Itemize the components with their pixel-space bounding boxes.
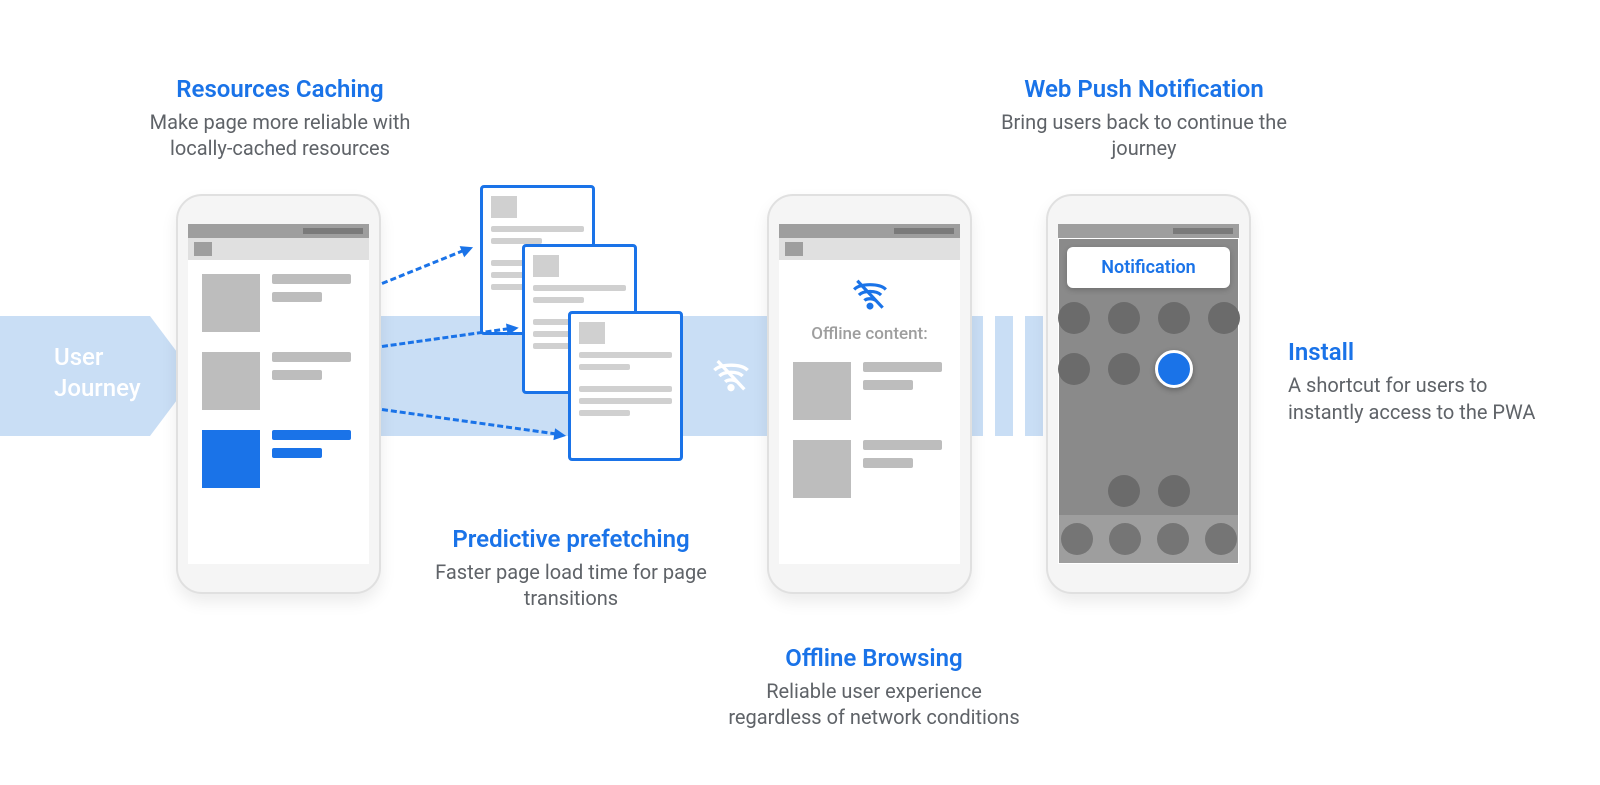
app-icon xyxy=(1109,523,1141,555)
app-icon xyxy=(1158,475,1190,507)
app-icon xyxy=(1058,302,1090,334)
user-journey-line2: Journey xyxy=(54,374,141,402)
wifi-off-icon xyxy=(706,356,756,396)
notification-banner: Notification xyxy=(1067,247,1230,288)
phone-offline: Offline content: xyxy=(767,194,972,594)
phone-toolbar xyxy=(779,238,960,260)
label-caching: Resources Caching Make page more reliabl… xyxy=(120,75,440,161)
phone-status-bar xyxy=(779,224,960,238)
label-offline: Offline Browsing Reliable user experienc… xyxy=(724,644,1024,730)
phone-toolbar xyxy=(188,238,369,260)
label-install: Install A shortcut for users to instantl… xyxy=(1288,338,1548,426)
prefetch-title: Predictive prefetching xyxy=(416,525,726,553)
list-item xyxy=(779,344,960,426)
caching-title: Resources Caching xyxy=(120,75,440,103)
app-icon-grid xyxy=(1067,302,1230,385)
app-icon xyxy=(1157,523,1189,555)
phone-install: Notification xyxy=(1046,194,1251,594)
user-journey-line1: User xyxy=(54,343,103,371)
list-item xyxy=(188,338,369,416)
offline-sub: Reliable user experience regardless of n… xyxy=(724,678,1024,730)
install-title: Install xyxy=(1288,338,1548,366)
push-sub: Bring users back to continue the journey xyxy=(984,109,1304,161)
list-item xyxy=(779,426,960,504)
offline-content-label: Offline content: xyxy=(779,324,960,344)
label-prefetch: Predictive prefetching Faster page load … xyxy=(416,525,726,611)
app-icon xyxy=(1061,523,1093,555)
list-item xyxy=(188,260,369,338)
app-icon xyxy=(1108,475,1140,507)
app-icon xyxy=(1158,302,1190,334)
phone-status-bar xyxy=(1058,224,1239,238)
app-dock xyxy=(1059,515,1238,563)
label-push: Web Push Notification Bring users back t… xyxy=(984,75,1304,161)
app-icon xyxy=(1058,353,1090,385)
app-icon xyxy=(1208,302,1240,334)
phone-caching-screen xyxy=(188,224,369,564)
list-item-active xyxy=(188,416,369,494)
homescreen: Notification xyxy=(1059,239,1238,563)
wifi-off-icon xyxy=(847,276,893,314)
prefetch-arrow xyxy=(381,249,464,285)
caching-sub: Make page more reliable with locally-cac… xyxy=(120,109,440,161)
app-icon xyxy=(1108,353,1140,385)
phone-status-bar xyxy=(188,224,369,238)
prefetch-card xyxy=(568,311,683,461)
user-journey-label: User Journey xyxy=(54,342,141,404)
phone-caching xyxy=(176,194,381,594)
phone-offline-screen: Offline content: xyxy=(779,224,960,564)
push-title: Web Push Notification xyxy=(984,75,1304,103)
journey-dashes xyxy=(965,316,1043,436)
app-icon xyxy=(1205,523,1237,555)
prefetch-sub: Faster page load time for page transitio… xyxy=(416,559,726,611)
app-icon xyxy=(1108,302,1140,334)
install-sub: A shortcut for users to instantly access… xyxy=(1288,372,1548,426)
pwa-app-icon xyxy=(1155,350,1193,388)
offline-title: Offline Browsing xyxy=(724,644,1024,672)
